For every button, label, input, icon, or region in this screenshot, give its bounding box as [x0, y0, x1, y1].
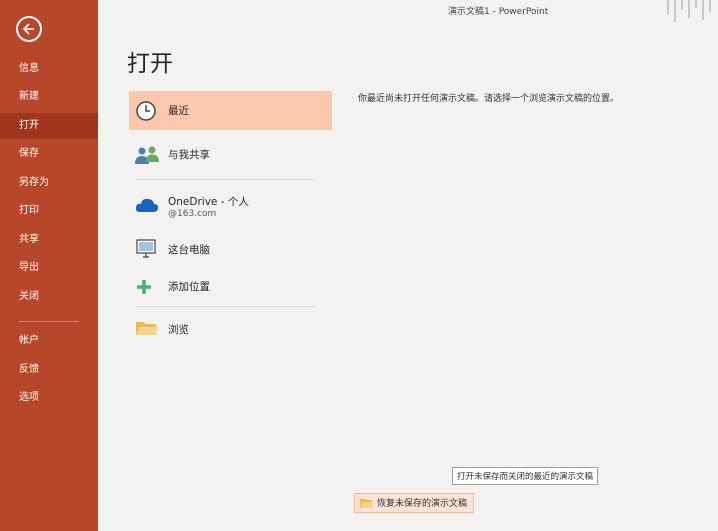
nav-item-open[interactable]: 打开 [0, 113, 98, 139]
window-title: 演示文稿1 - PowerPoint [448, 7, 549, 17]
folder-icon [360, 499, 373, 508]
clock-icon [136, 101, 156, 121]
nav-item-export[interactable]: 导出 [0, 255, 98, 281]
recover-button-label: 恢复未保存的演示文稿 [377, 499, 468, 509]
cloud-icon [135, 198, 159, 212]
location-label: 这台电脑 [168, 244, 210, 256]
tooltip: 打开未保存而关闭的最近的演示文稿 [452, 467, 599, 485]
nav-item-close[interactable]: 关闭 [0, 284, 98, 310]
location-shared-with-me[interactable]: 与我共享 [129, 135, 332, 174]
nav-item-new[interactable]: 新建 [0, 84, 98, 110]
nav-item-print[interactable]: 打印 [0, 198, 98, 224]
location-onedrive[interactable]: OneDrive - 个人 @163.com [129, 188, 332, 226]
account-email: @163.com [168, 209, 217, 219]
locations-divider [135, 306, 315, 307]
people-icon [135, 146, 159, 164]
nav-divider [19, 321, 79, 322]
nav-item-share[interactable]: 共享 [0, 227, 98, 253]
nav-item-save[interactable]: 保存 [0, 141, 98, 167]
location-browse[interactable]: 浏览 [129, 314, 332, 344]
nav-item-info[interactable]: 信息 [0, 56, 98, 82]
decorative-pattern-icon [667, 0, 711, 22]
location-label: OneDrive - 个人 [168, 196, 249, 208]
nav-item-save-as[interactable]: 另存为 [0, 170, 98, 196]
backstage-nav: 信息 新建 打开 保存 另存为 打印 共享 导出 关闭 帐户 反馈 选项 [0, 0, 98, 531]
computer-icon [136, 239, 156, 258]
location-label: 浏览 [168, 324, 189, 336]
page-title: 打开 [127, 51, 173, 77]
nav-item-options[interactable]: 选项 [0, 385, 98, 411]
folder-icon [136, 322, 158, 335]
location-this-pc[interactable]: 这台电脑 [129, 233, 332, 263]
plus-icon [137, 280, 151, 294]
empty-recent-message: 你最近尚未打开任何演示文稿。请选择一个浏览演示文稿的位置。 [358, 94, 620, 104]
location-label: 添加位置 [168, 281, 210, 293]
location-add-place[interactable]: 添加位置 [129, 271, 332, 301]
nav-item-account[interactable]: 帐户 [0, 328, 98, 354]
back-button[interactable] [16, 16, 42, 42]
location-label: 最近 [168, 105, 189, 117]
recover-unsaved-button[interactable]: 恢复未保存的演示文稿 [354, 493, 475, 513]
location-label: 与我共享 [168, 149, 210, 161]
back-arrow-icon [22, 23, 34, 35]
location-recent[interactable]: 最近 [129, 91, 332, 130]
title-bar: 演示文稿1 - PowerPoint [98, 0, 718, 24]
nav-item-feedback[interactable]: 反馈 [0, 357, 98, 383]
locations-divider [135, 179, 315, 180]
